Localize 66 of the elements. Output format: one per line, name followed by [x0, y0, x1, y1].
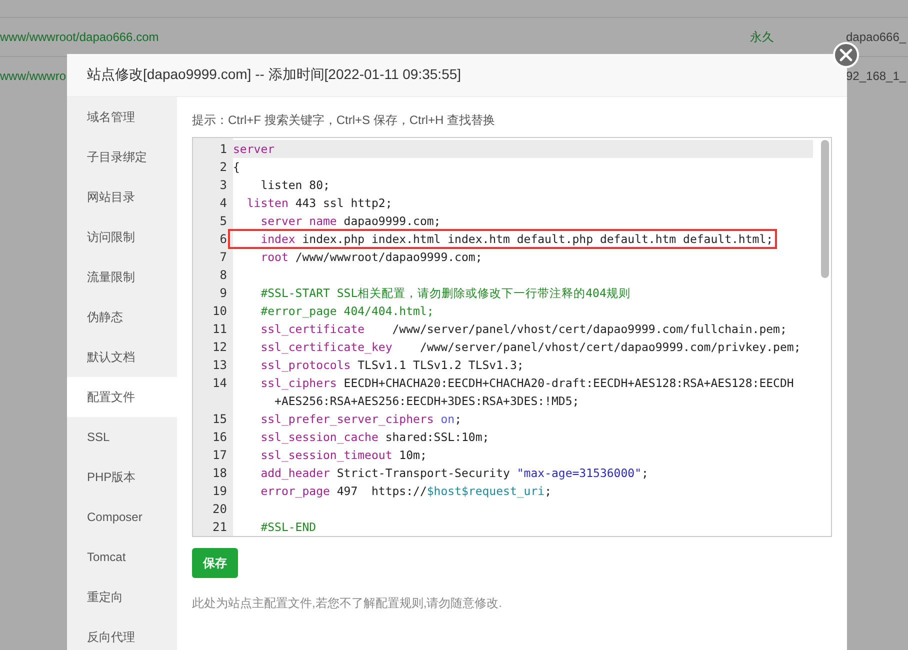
hint-text: 提示：Ctrl+F 搜索关键字，Ctrl+S 保存，Ctrl+H 查找替换 — [192, 112, 496, 129]
line-number: 21 — [212, 519, 228, 536]
code-line: listen 443 ssl http2; — [246, 195, 394, 212]
code-line: server name dapao9999.com; — [260, 213, 442, 230]
line-number: 18 — [212, 465, 228, 482]
line-number: 9 — [218, 285, 228, 302]
line-number: 2 — [218, 159, 228, 176]
code-line: ssl_session_timeout 10m; — [260, 447, 428, 464]
code-line: listen 80; — [260, 177, 331, 194]
code-line: #SSL-START SSL相关配置，请勿删除或修改下一行带注释的404规则 — [260, 285, 632, 302]
table-cell: dapao666_ — [846, 31, 906, 43]
line-number: 19 — [212, 483, 228, 500]
line-number: 1 — [218, 141, 228, 158]
code-line: add_header Strict-Transport-Security "max-age=31536000"; — [260, 465, 650, 482]
line-number: 20 — [212, 501, 228, 518]
code-line: error_page 497 https://$host$request_uri; — [260, 483, 553, 500]
code-editor[interactable] — [192, 137, 832, 537]
code-line: root /www/wwwroot/dapao9999.com; — [260, 249, 484, 266]
sidebar-item[interactable]: 伪静态 — [67, 297, 177, 337]
sidebar-item[interactable]: 重定向 — [67, 577, 177, 617]
sidebar-item[interactable]: 访问限制 — [67, 217, 177, 257]
line-number: 7 — [218, 249, 228, 266]
code-line: ssl_certificate /www/server/panel/vhost/cert/dapao9999.com/fullchain.pem; — [260, 321, 788, 338]
code-line: ssl_session_cache shared:SSL:10m; — [260, 429, 490, 446]
dialog-title: 站点修改[dapao9999.com] -- 添加时间[2022-01-11 09:35:55] — [67, 54, 847, 97]
line-number: 13 — [212, 357, 228, 374]
table-cell: 永久 — [750, 31, 774, 43]
sidebar-item[interactable]: 默认文档 — [67, 337, 177, 377]
code-line: #SSL-END — [260, 519, 318, 536]
sidebar-item[interactable]: Composer — [67, 497, 177, 537]
sidebar-item[interactable]: SSL — [67, 417, 177, 457]
line-number: 17 — [212, 447, 228, 464]
line-number: 11 — [212, 321, 228, 338]
line-number: 5 — [218, 213, 228, 230]
code-line: ssl_certificate_key /www/server/panel/vhost/cert/dapao9999.com/privkey.pem; — [260, 339, 802, 356]
sidebar-item[interactable]: 配置文件 — [67, 377, 177, 417]
line-number: 12 — [212, 339, 228, 356]
line-number: 8 — [218, 267, 228, 284]
line-number: 6 — [218, 231, 228, 248]
line-number: 4 — [218, 195, 228, 212]
line-number: 14 — [212, 375, 228, 392]
code-line: #error_page 404/404.html; — [260, 303, 435, 320]
line-number: 10 — [212, 303, 228, 320]
sidebar-item[interactable]: 域名管理 — [67, 97, 177, 137]
sidebar-item[interactable]: 网站目录 — [67, 177, 177, 217]
code-line: +AES256:RSA+AES256:EECDH+3DES:RSA+3DES:!MD5; — [274, 393, 580, 410]
sidebar-item[interactable]: 流量限制 — [67, 257, 177, 297]
scrollbar-thumb[interactable] — [821, 140, 829, 278]
close-icon[interactable] — [833, 42, 859, 68]
table-cell: 92_168_1_ — [846, 70, 906, 82]
highlighted-code-line: index index.php index.html index.htm default.php default.htm default.html; — [229, 230, 776, 248]
table-cell: www/wwwroot/dapao666.com — [0, 31, 159, 43]
sidebar-item[interactable]: 子目录绑定 — [67, 137, 177, 177]
table-cell: www/wwwro — [0, 70, 66, 82]
sidebar-item[interactable]: PHP版本 — [67, 457, 177, 497]
code-line: ssl_protocols TLSv1.1 TLSv1.2 TLSv1.3; — [260, 357, 525, 374]
code-line: { — [232, 159, 241, 176]
line-number: 3 — [218, 177, 228, 194]
code-line: ssl_ciphers EECDH+CHACHA20:EECDH+CHACHA20-draft:EECDH+AES128:RSA+AES128:EECDH — [260, 375, 795, 392]
note-text: 此处为站点主配置文件,若您不了解配置规则,请勿随意修改. — [192, 595, 504, 612]
line-number: 15 — [212, 411, 228, 428]
sidebar-item[interactable]: 反向代理 — [67, 617, 177, 650]
line-number: 16 — [212, 429, 228, 446]
code-line: ssl_prefer_server_ciphers on; — [260, 411, 463, 428]
sidebar-item[interactable]: Tomcat — [67, 537, 177, 577]
code-line: server — [232, 141, 276, 158]
